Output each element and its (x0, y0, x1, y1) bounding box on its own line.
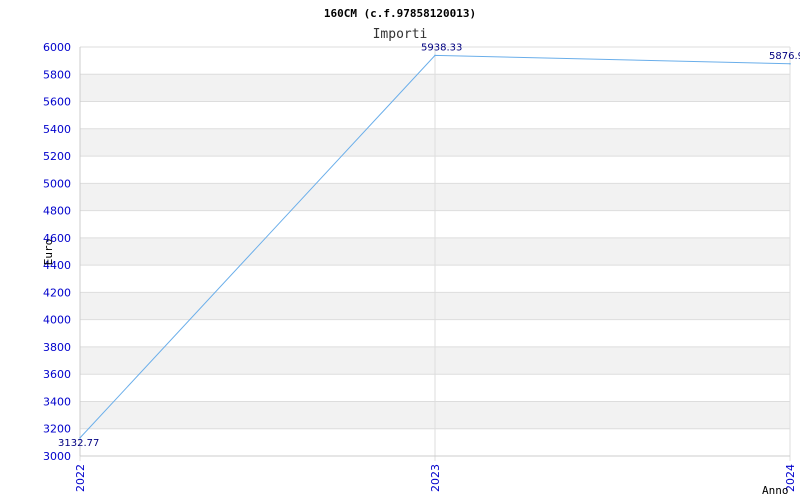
data-label: 5876.9 (769, 51, 800, 62)
y-tick-label: 5400 (43, 123, 71, 136)
x-tick-label: 2022 (74, 464, 87, 492)
y-tick-label: 5600 (43, 96, 71, 109)
y-tick-label: 5000 (43, 177, 71, 190)
y-tick-label: 4800 (43, 205, 71, 218)
chart-subtitle: Importi (373, 27, 428, 42)
y-axis-label: Euro (42, 239, 55, 266)
data-point (789, 62, 791, 65)
line-chart: 3000320034003600380040004200440046004800… (42, 7, 800, 497)
data-label: 3132.77 (58, 438, 99, 449)
y-tick-label: 3200 (43, 423, 71, 436)
x-tick-label: 2023 (429, 464, 442, 492)
y-tick-label: 3800 (43, 341, 71, 354)
y-tick-label: 4000 (43, 314, 71, 327)
chart-title: 160CM (c.f.97858120013) (324, 7, 476, 20)
y-tick-label: 6000 (43, 41, 71, 54)
y-tick-label: 3000 (43, 450, 71, 463)
data-label: 5938.33 (421, 42, 462, 53)
y-tick-label: 5800 (43, 68, 71, 81)
data-point (434, 54, 436, 57)
y-tick-label: 3400 (43, 395, 71, 408)
x-tick-labels: 2022 2023 2024 (74, 464, 797, 492)
y-tick-label: 3600 (43, 368, 71, 381)
x-axis-label: Anno (762, 484, 789, 497)
y-tick-label: 4200 (43, 286, 71, 299)
y-tick-label: 5200 (43, 150, 71, 163)
